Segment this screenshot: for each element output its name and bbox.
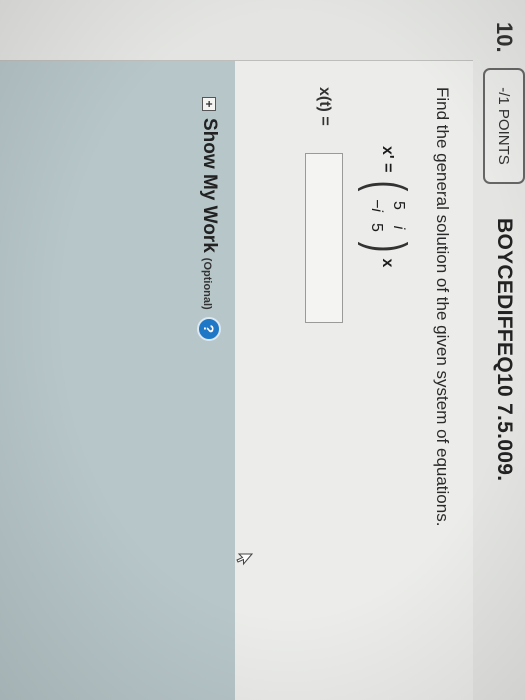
question-id: BOYCEDIFFEQ10 7.5.009. bbox=[493, 218, 516, 482]
points-badge[interactable]: -/1 POINTS bbox=[483, 68, 525, 184]
matrix-cell: 5 bbox=[368, 223, 385, 232]
matrix-cell: −i bbox=[368, 199, 385, 212]
right-paren: ) bbox=[357, 242, 417, 253]
show-my-work-title[interactable]: Show My Work bbox=[198, 118, 220, 253]
question-circle-icon[interactable]: ? bbox=[197, 316, 221, 341]
plus-box-icon[interactable]: + bbox=[202, 97, 216, 111]
optional-label: (Optional) bbox=[201, 257, 213, 310]
show-my-work-panel: + Show My Work (Optional) ? bbox=[0, 61, 235, 700]
answer-input[interactable] bbox=[305, 153, 343, 323]
equation-lhs: x' = bbox=[379, 146, 396, 173]
matrix-cell: i bbox=[390, 225, 407, 230]
question-number: 10. bbox=[492, 22, 517, 53]
left-paren: ( bbox=[357, 180, 417, 191]
question-content: Find the general solution of the given s… bbox=[0, 60, 473, 700]
question-page: 10. -/1 POINTS BOYCEDIFFEQ10 7.5.009. Fi… bbox=[0, 0, 525, 700]
coefficient-matrix: 5 i −i 5 bbox=[365, 194, 409, 238]
equation: x' = ( 5 i −i 5 ) x bbox=[352, 146, 422, 267]
equation-rhs: x bbox=[379, 258, 396, 268]
matrix-cell: 5 bbox=[390, 201, 407, 210]
answer-label: x(t) = bbox=[316, 87, 333, 126]
problem-prompt: Find the general solution of the given s… bbox=[433, 87, 452, 527]
mouse-pointer-icon bbox=[236, 553, 253, 566]
show-my-work-toggle[interactable]: + Show My Work (Optional) ? bbox=[197, 97, 221, 341]
